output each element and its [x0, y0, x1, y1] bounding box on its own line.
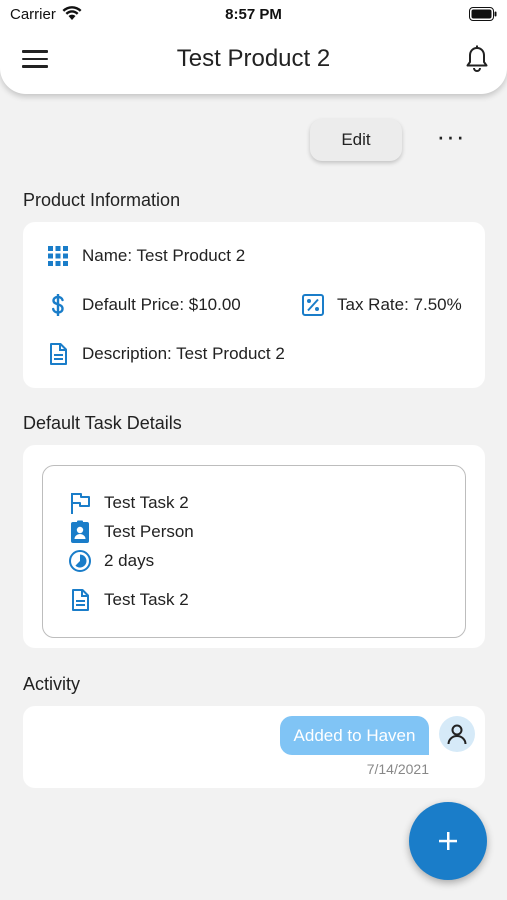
task-name-row: Test Task 2: [68, 491, 189, 515]
document-icon: [68, 588, 92, 612]
assignee: Test Person: [104, 522, 194, 541]
timelapse-icon: [68, 549, 92, 573]
activity-date: 7/14/2021: [366, 761, 429, 777]
tax-rate: Tax Rate: 7.50%: [337, 295, 462, 314]
flag-icon: [68, 491, 92, 515]
task-description-row: Test Task 2: [68, 588, 189, 612]
default-price-row: Default Price: $10.00: [46, 293, 241, 317]
document-icon: [46, 342, 70, 366]
edit-button[interactable]: Edit: [310, 119, 402, 161]
task-details-box: Test Task 2 Test Person 2 days Test Task…: [42, 465, 466, 638]
clock: 8:57 PM: [225, 6, 282, 23]
duration: 2 days: [104, 551, 155, 570]
percent-icon: [301, 293, 325, 317]
task-description: Test Task 2: [104, 590, 189, 609]
tax-rate-row: Tax Rate: 7.50%: [301, 293, 462, 317]
avatar: [439, 716, 475, 752]
task-name: Test Task 2: [104, 493, 189, 512]
person-badge-icon: [68, 520, 92, 544]
activity-heading: Activity: [23, 674, 81, 694]
dollar-icon: [46, 293, 70, 317]
default-price: Default Price: $10.00: [82, 295, 241, 314]
status-bar: Carrier 8:57 PM: [0, 0, 507, 30]
bell-icon[interactable]: [465, 45, 489, 73]
duration-row: 2 days: [68, 549, 154, 573]
product-name-row: Name: Test Product 2: [46, 244, 245, 268]
product-name: Name: Test Product 2: [82, 246, 246, 265]
page-title: Test Product 2: [176, 45, 331, 72]
grid-icon: [46, 244, 70, 268]
battery-icon: [469, 7, 497, 26]
task-details-heading: Default Task Details: [23, 413, 182, 433]
assignee-row: Test Person: [68, 520, 194, 544]
task-details-card: Test Task 2 Test Person 2 days Test Task…: [23, 445, 485, 648]
activity-message: Added to Haven: [280, 716, 429, 755]
description-row: Description: Test Product 2: [46, 342, 285, 366]
product-description: Description: Test Product 2: [82, 344, 285, 363]
product-info-heading: Product Information: [23, 190, 181, 210]
add-button[interactable]: [409, 802, 487, 880]
product-info-card: Name: Test Product 2 Default Price: $10.…: [23, 222, 485, 388]
more-options-icon[interactable]: ···: [433, 123, 469, 154]
plus-icon: [439, 832, 457, 850]
